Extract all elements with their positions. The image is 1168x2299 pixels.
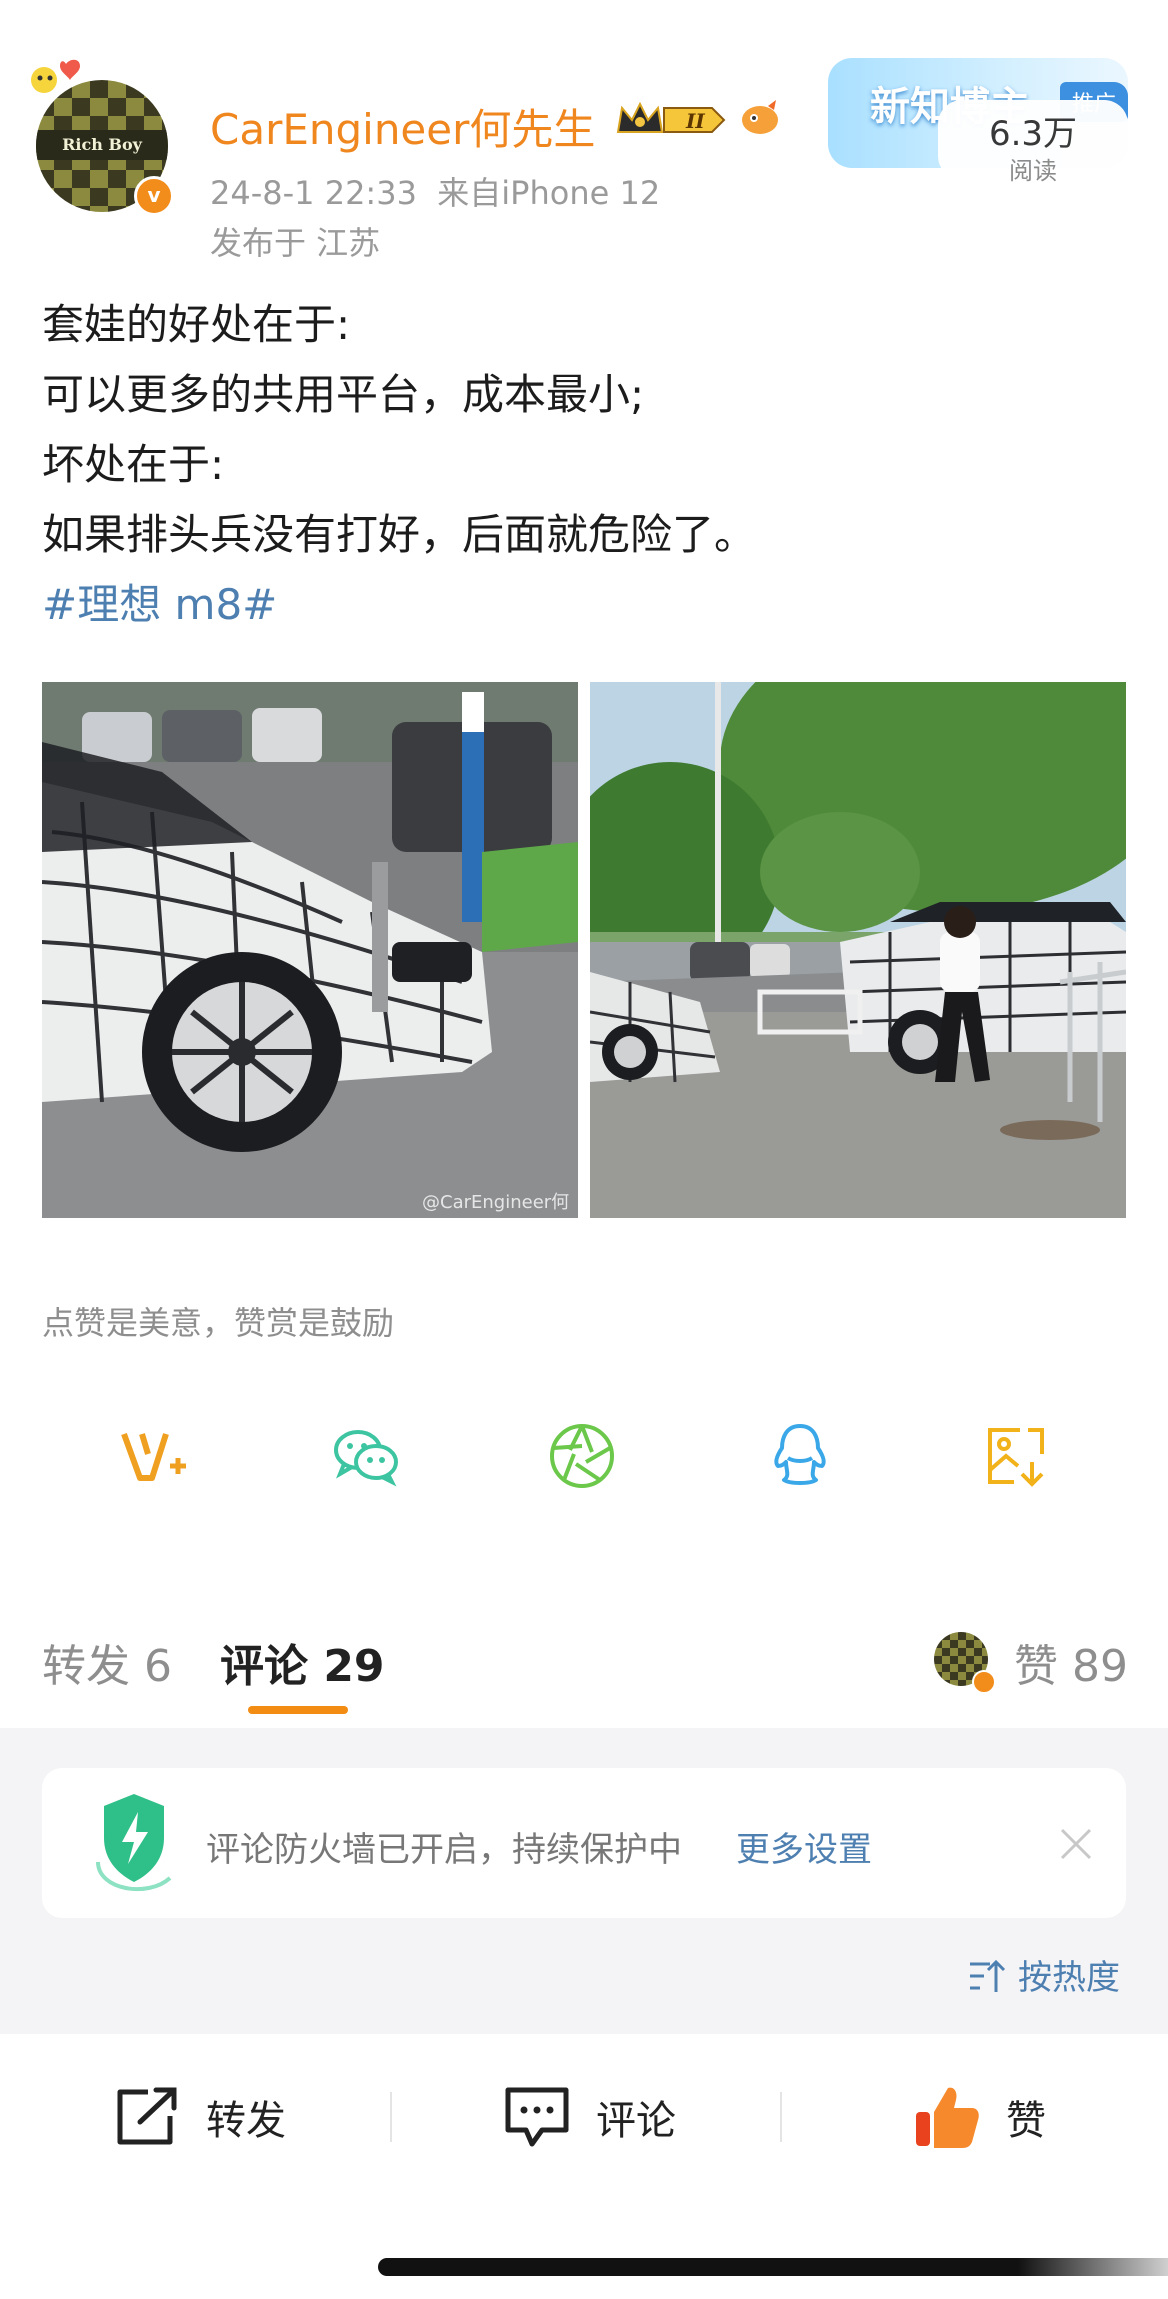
comment-icon bbox=[505, 2087, 569, 2147]
comment-label: 评论 bbox=[596, 2098, 676, 2144]
crown-level-badge-icon[interactable]: II bbox=[612, 98, 730, 142]
post-timestamp: 24-8-1 22:33 bbox=[210, 174, 417, 212]
save-image-icon[interactable] bbox=[980, 1420, 1052, 1492]
read-count: 6.3万 bbox=[988, 114, 1078, 154]
shield-icon bbox=[96, 1794, 172, 1892]
active-tab-indicator bbox=[248, 1706, 348, 1714]
liker-verified-icon bbox=[972, 1670, 996, 1694]
moments-icon[interactable] bbox=[546, 1420, 618, 1492]
read-count-label: 阅读 bbox=[1009, 157, 1057, 185]
vplus-icon[interactable] bbox=[118, 1420, 190, 1492]
tab-like[interactable]: 赞 89 bbox=[1014, 1630, 1128, 1694]
like-label: 赞 bbox=[1006, 2098, 1046, 2144]
post-meta: 24-8-1 22:33 来自iPhone 12 bbox=[210, 168, 660, 214]
level-badge-text: II bbox=[685, 109, 705, 133]
post-image-1[interactable] bbox=[42, 682, 578, 1218]
post-text-line: 套娃的好处在于: bbox=[42, 300, 351, 349]
qq-icon[interactable] bbox=[764, 1420, 836, 1492]
more-settings-link[interactable]: 更多设置 bbox=[736, 1822, 872, 1871]
thumbs-up-icon bbox=[916, 2087, 979, 2148]
read-count-box: 6.3万 阅读 bbox=[938, 100, 1128, 185]
comment-button[interactable]: 评论 bbox=[502, 2082, 676, 2152]
tab-comment[interactable]: 评论 29 bbox=[220, 1630, 385, 1694]
fish-icon bbox=[742, 100, 778, 134]
repost-label: 转发 bbox=[206, 2098, 286, 2144]
post-source: 来自iPhone 12 bbox=[437, 174, 661, 212]
sort-icon[interactable] bbox=[966, 1956, 1006, 1996]
post-image-2[interactable] bbox=[590, 682, 1126, 1218]
post-text-line: 可以更多的共用平台，成本最小; bbox=[42, 370, 645, 419]
promo-banner[interactable]: 新知博主 推广 6.3万 阅读 bbox=[828, 50, 1128, 185]
like-button[interactable]: 赞 bbox=[912, 2082, 1046, 2152]
post-text-line: 坏处在于: bbox=[42, 440, 225, 489]
verified-badge-icon: v bbox=[134, 176, 174, 216]
reward-text: 点赞是美意，赞赏是鼓励 bbox=[42, 1304, 395, 1342]
firewall-status-text: 评论防火墙已开启，持续保护中 bbox=[206, 1830, 682, 1870]
divider bbox=[390, 2092, 392, 2142]
tab-repost[interactable]: 转发 6 bbox=[42, 1630, 172, 1694]
close-icon[interactable] bbox=[1056, 1824, 1096, 1864]
username[interactable]: CarEngineer何先生 bbox=[210, 96, 595, 157]
post-location: 发布于 江苏 bbox=[210, 224, 381, 262]
avatar-decoration-icon bbox=[31, 59, 80, 93]
share-out-icon bbox=[117, 2087, 177, 2145]
wechat-icon[interactable] bbox=[330, 1420, 402, 1492]
repost-button[interactable]: 转发 bbox=[112, 2082, 286, 2152]
image-watermark: @CarEngineer何 bbox=[422, 1192, 570, 1213]
home-indicator bbox=[378, 2258, 1168, 2276]
post-text-line: 如果排头兵没有打好，后面就危险了。 bbox=[42, 510, 757, 559]
avatar-label: Rich Boy bbox=[36, 130, 168, 160]
sort-by-hot[interactable]: 按热度 bbox=[1018, 1950, 1120, 1999]
post-body: 套娃的好处在于: 可以更多的共用平台，成本最小; 坏处在于: 如果排头兵没有打好… bbox=[42, 290, 1122, 640]
hashtag-link[interactable]: #理想 m8# bbox=[42, 570, 1122, 640]
divider bbox=[780, 2092, 782, 2142]
